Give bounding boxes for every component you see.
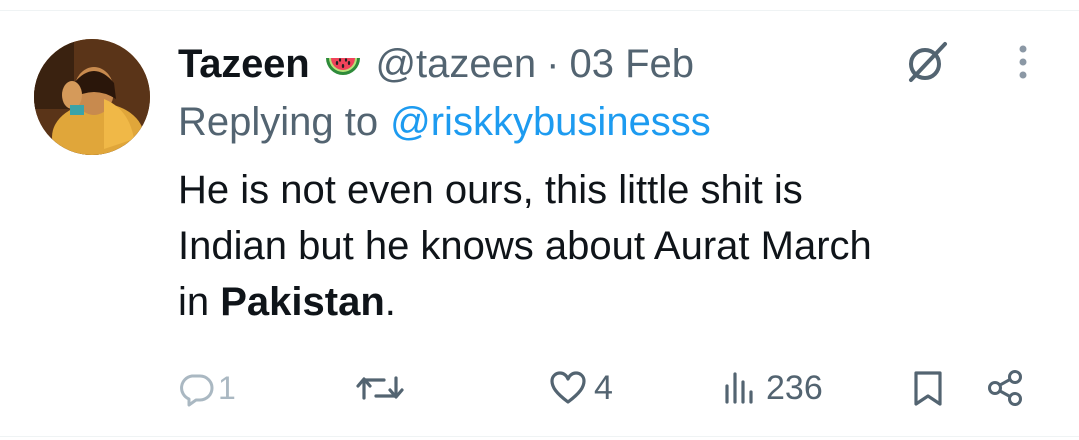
like-button[interactable]: 4 bbox=[548, 360, 613, 416]
tweet-text-fragment: . bbox=[384, 280, 396, 324]
bookmark-button[interactable] bbox=[908, 360, 948, 416]
tweet-text-bold: Pakistan bbox=[220, 280, 385, 324]
user-handle[interactable]: @tazeen bbox=[375, 42, 536, 87]
top-divider bbox=[0, 10, 1079, 11]
grok-icon[interactable] bbox=[903, 38, 951, 86]
more-options-icon[interactable] bbox=[1008, 42, 1038, 82]
tweet-text-line: Indian but he knows about Aurat March bbox=[178, 224, 872, 268]
views-count: 236 bbox=[766, 368, 823, 407]
bookmark-icon bbox=[914, 371, 942, 406]
views-icon bbox=[725, 372, 753, 404]
retweet-button[interactable] bbox=[356, 360, 410, 416]
bottom-divider bbox=[0, 436, 1079, 437]
reply-button[interactable]: 1 bbox=[176, 360, 236, 416]
tweet-header: Tazeen @tazeen · 03 Feb bbox=[178, 36, 694, 92]
tweet-text-fragment: in bbox=[178, 280, 221, 324]
display-name[interactable]: Tazeen bbox=[178, 42, 310, 87]
separator-dot: · bbox=[546, 41, 560, 86]
tweet-text: He is not even ours, this little shit is… bbox=[178, 162, 1058, 330]
tweet-text-line: He is not even ours, this little shit is bbox=[178, 168, 803, 212]
replying-to-handle[interactable]: @riskkybusinesss bbox=[390, 100, 711, 145]
tweet-actions: 1 4 236 bbox=[0, 360, 1079, 416]
avatar[interactable] bbox=[34, 39, 150, 155]
retweet-icon bbox=[356, 376, 404, 400]
tweet-date[interactable]: 03 Feb bbox=[569, 42, 694, 87]
watermelon-emoji-icon bbox=[323, 44, 363, 84]
views-button[interactable]: 236 bbox=[720, 360, 823, 416]
reply-icon bbox=[180, 374, 214, 407]
share-icon bbox=[988, 370, 1022, 406]
like-icon bbox=[550, 371, 586, 404]
avatar-image bbox=[34, 39, 150, 155]
tweet-text-line: in Pakistan. bbox=[178, 274, 1058, 330]
like-count: 4 bbox=[594, 368, 613, 407]
replying-to: Replying to @riskkybusinesss bbox=[178, 96, 711, 148]
share-button[interactable] bbox=[985, 360, 1025, 416]
replying-to-label: Replying to bbox=[178, 99, 379, 144]
reply-count: 1 bbox=[218, 369, 236, 406]
